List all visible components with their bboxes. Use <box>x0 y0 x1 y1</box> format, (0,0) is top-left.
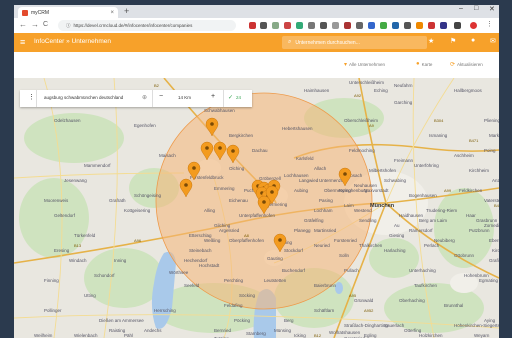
extension-icon[interactable] <box>296 22 303 29</box>
extension-icon[interactable] <box>454 22 461 29</box>
tab-close-icon[interactable]: × <box>110 10 114 16</box>
all-companies-label: Alle Unternehmen <box>349 62 386 67</box>
reload-button[interactable]: C <box>43 21 48 28</box>
apply-check-icon[interactable]: ✓ <box>228 94 233 101</box>
location-input[interactable]: augsburg schwabmünchen deutschland <box>44 95 144 100</box>
maximize-button[interactable]: □ <box>474 5 478 12</box>
company-marker[interactable] <box>200 141 214 161</box>
extension-icon[interactable] <box>332 22 339 29</box>
company-marker[interactable] <box>187 161 201 181</box>
extension-icon[interactable] <box>440 22 447 29</box>
search-icon: ⌕ <box>288 39 292 45</box>
mail-icon[interactable]: ✉ <box>490 37 496 45</box>
page-title: InfoCenter » Unternehmen <box>34 38 111 45</box>
new-tab-button[interactable]: + <box>124 6 129 16</box>
url-text: https://devel.crmcloud.de/#/infocenter/i… <box>73 23 193 28</box>
address-bar: ← → C ⓘ https://devel.crmcloud.de/#/info… <box>14 18 499 34</box>
company-marker[interactable] <box>257 195 271 215</box>
help-icon[interactable]: ● <box>471 37 475 44</box>
star-icon[interactable]: ★ <box>428 37 434 45</box>
company-marker[interactable] <box>213 141 227 161</box>
browser-tab[interactable]: myCRM × <box>18 7 118 18</box>
company-marker[interactable] <box>205 117 219 137</box>
extension-icon[interactable] <box>260 22 267 29</box>
close-window-button[interactable]: ✕ <box>489 5 495 13</box>
filter-icon: ▾ <box>344 62 348 68</box>
minimize-button[interactable]: – <box>459 5 463 12</box>
map-canvas[interactable]: München Unterschleißheim Dachau Fürstenfeld… <box>14 78 499 338</box>
extension-icon[interactable] <box>320 22 327 29</box>
view-toolbar: ▾ Alle Unternehmen ● Karte ⟳ Aktualisier… <box>14 52 499 79</box>
tab-title: myCRM <box>31 9 50 16</box>
more-options-icon[interactable]: ⋮ <box>28 93 35 101</box>
result-count: 24 <box>236 95 242 100</box>
browser-tabbar: myCRM × + – □ ✕ <box>14 5 499 18</box>
map-view-button[interactable]: ● Karte <box>416 61 432 67</box>
menu-icon[interactable]: ≡ <box>20 37 25 47</box>
locate-icon[interactable]: ⊕ <box>142 94 147 101</box>
map-label: Karte <box>421 61 433 67</box>
company-marker[interactable] <box>226 144 240 164</box>
radius-value: 14 Km <box>178 95 192 100</box>
refresh-button[interactable]: ⟳ Aktualisieren <box>450 61 483 68</box>
divider <box>36 90 37 107</box>
favicon-icon <box>22 9 28 16</box>
company-marker[interactable] <box>179 178 193 198</box>
all-companies-button[interactable]: ▾ Alle Unternehmen <box>344 61 385 68</box>
company-marker[interactable] <box>338 167 352 187</box>
map-filter-bar: ⋮ augsburg schwabmünchen deutschland ⊕ −… <box>20 90 252 107</box>
site-info-icon: ⓘ <box>66 22 71 28</box>
extension-icon[interactable] <box>368 22 375 29</box>
company-markers <box>179 117 352 253</box>
extension-icon[interactable] <box>249 22 256 29</box>
extension-icon[interactable] <box>344 22 351 29</box>
browser-menu-icon[interactable]: ⋮ <box>486 20 493 28</box>
divider <box>152 90 153 107</box>
extension-icon[interactable] <box>380 22 387 29</box>
url-field[interactable]: ⓘ https://devel.crmcloud.de/#/infocenter… <box>58 20 236 31</box>
extension-icon[interactable] <box>308 22 315 29</box>
company-marker[interactable] <box>273 233 287 253</box>
extension-icon[interactable] <box>428 22 435 29</box>
pin-icon: ● <box>416 61 420 67</box>
flag-icon[interactable]: ⚑ <box>450 37 456 45</box>
search-input[interactable]: ⌕ Unternehmen durchsuchen... <box>282 36 427 49</box>
forward-button[interactable]: → <box>31 20 39 29</box>
app-header: ≡ InfoCenter » Unternehmen ⌕ Unternehmen… <box>14 33 499 52</box>
profile-avatar[interactable] <box>470 22 477 29</box>
extension-icon[interactable] <box>356 22 363 29</box>
increase-radius-button[interactable]: + <box>211 93 215 100</box>
extension-icon[interactable] <box>404 22 411 29</box>
refresh-label: Aktualisieren <box>457 62 483 67</box>
extension-icon[interactable] <box>392 22 399 29</box>
extension-icon[interactable] <box>416 22 423 29</box>
divider <box>223 90 224 107</box>
back-button[interactable]: ← <box>19 20 27 29</box>
extension-icon[interactable] <box>272 22 279 29</box>
search-placeholder: Unternehmen durchsuchen... <box>295 39 360 46</box>
extension-icon[interactable] <box>284 22 291 29</box>
refresh-icon: ⟳ <box>450 62 456 68</box>
decrease-radius-button[interactable]: − <box>159 93 163 100</box>
